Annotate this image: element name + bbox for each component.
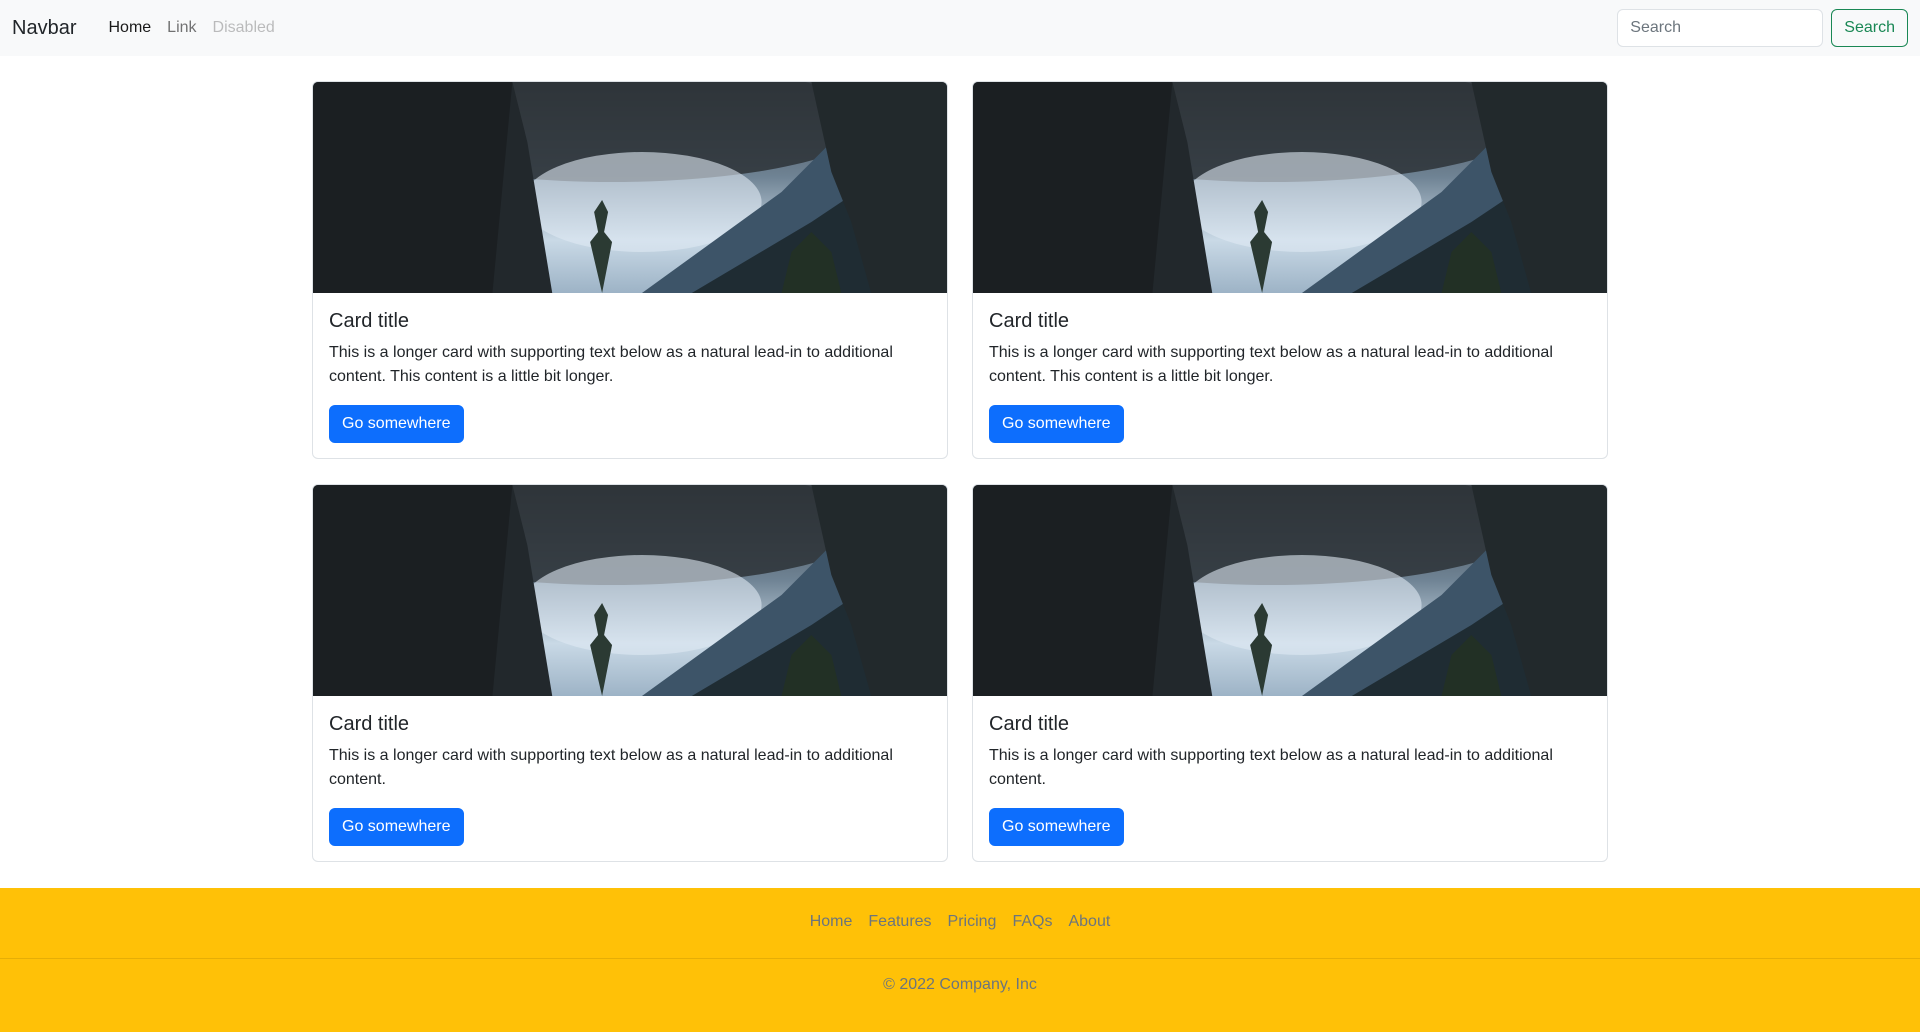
card-image	[973, 82, 1607, 293]
card-body: Card title This is a longer card with su…	[313, 696, 947, 861]
card-title: Card title	[989, 713, 1070, 735]
card-image	[973, 485, 1607, 696]
card-image	[313, 485, 947, 696]
card: Card title This is a longer card with su…	[312, 484, 948, 862]
card: Card title This is a longer card with su…	[312, 81, 948, 459]
footer: Home Features Pricing FAQs About © 2022 …	[0, 888, 1920, 1032]
footer-nav: Home Features Pricing FAQs About	[0, 888, 1920, 959]
nav-link-home[interactable]: Home	[100, 11, 159, 45]
card-grid: Card title This is a longer card with su…	[300, 56, 1620, 862]
card-text: This is a longer card with supporting te…	[989, 344, 1553, 385]
footer-link-faqs[interactable]: FAQs	[1004, 910, 1060, 958]
card-body: Card title This is a longer card with su…	[973, 696, 1607, 861]
go-somewhere-button[interactable]: Go somewhere	[329, 405, 464, 443]
search-button[interactable]: Search	[1831, 9, 1908, 47]
card-text: This is a longer card with supporting te…	[989, 747, 1553, 788]
card-text: This is a longer card with supporting te…	[329, 747, 893, 788]
nav-link-link[interactable]: Link	[159, 11, 204, 45]
footer-link-about[interactable]: About	[1060, 910, 1118, 958]
card: Card title This is a longer card with su…	[972, 81, 1608, 459]
card-body: Card title This is a longer card with su…	[313, 293, 947, 458]
card-body: Card title This is a longer card with su…	[973, 293, 1607, 458]
card-image	[313, 82, 947, 293]
card-title: Card title	[989, 310, 1070, 332]
card-title: Card title	[329, 310, 410, 332]
footer-link-features[interactable]: Features	[860, 910, 939, 958]
nav-link-disabled: Disabled	[212, 19, 275, 36]
footer-link-pricing[interactable]: Pricing	[940, 910, 1005, 958]
card: Card title This is a longer card with su…	[972, 484, 1608, 862]
card-title: Card title	[329, 713, 410, 735]
search-form: Search	[1617, 9, 1908, 47]
go-somewhere-button[interactable]: Go somewhere	[329, 808, 464, 846]
nav-links: Home Link Disabled	[100, 11, 282, 45]
footer-link-home[interactable]: Home	[802, 910, 861, 958]
copyright-text: © 2022 Company, Inc	[883, 976, 1037, 993]
navbar-brand[interactable]: Navbar	[12, 17, 76, 40]
search-input[interactable]	[1617, 9, 1824, 47]
go-somewhere-button[interactable]: Go somewhere	[989, 808, 1124, 846]
navbar: Navbar Home Link Disabled Search	[0, 0, 1920, 56]
card-text: This is a longer card with supporting te…	[329, 344, 893, 385]
go-somewhere-button[interactable]: Go somewhere	[989, 405, 1124, 443]
